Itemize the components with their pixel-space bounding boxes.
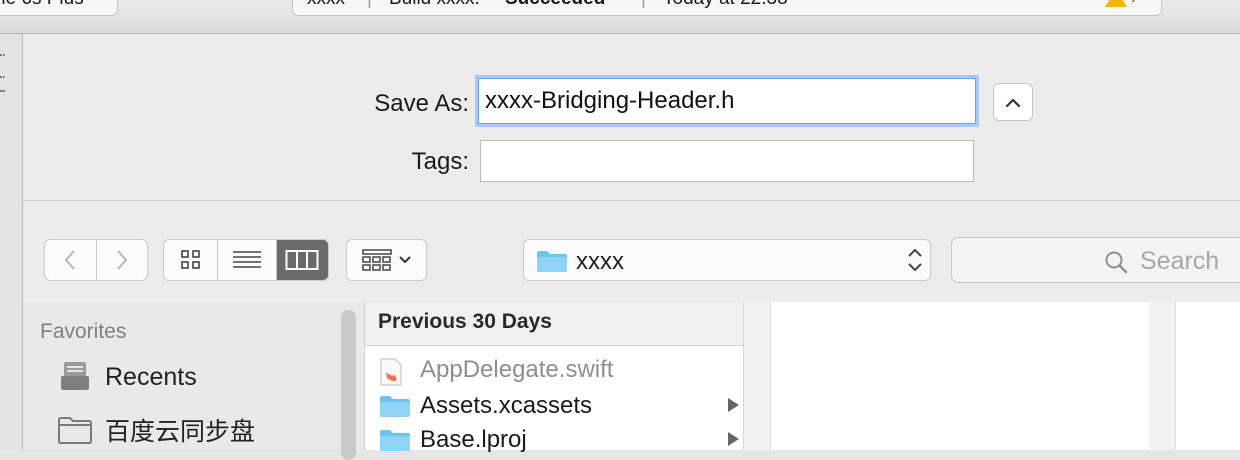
forward-button[interactable]: [97, 240, 147, 280]
sidebar-item-label: Recents: [105, 362, 197, 391]
chevron-left-icon: [65, 250, 76, 270]
activity-separator: |: [367, 0, 372, 11]
column-resizer[interactable]: [1149, 302, 1175, 450]
search-placeholder: Search: [1140, 247, 1220, 275]
navigator-marker: [0, 54, 5, 78]
activity-separator-2: |: [641, 0, 646, 11]
list-view-button[interactable]: [218, 240, 277, 280]
file-row[interactable]: Assets.xcassets: [365, 390, 743, 424]
search-icon: [1105, 251, 1128, 274]
grid-icon: [180, 250, 200, 269]
folder-icon: [537, 251, 567, 272]
icon-view-button[interactable]: [164, 240, 219, 280]
location-popup[interactable]: xxxx: [523, 239, 931, 281]
sidebar-section-favorites: Favorites: [40, 320, 127, 343]
save-sheet: Save As: Tags:: [23, 34, 1240, 460]
save-as-label: Save As:: [374, 90, 469, 117]
tags-label: Tags:: [411, 148, 469, 175]
scheme-selector[interactable]: ne 6s Plus: [0, 0, 118, 16]
sidebar-item-baidu[interactable]: 百度云同步盘: [58, 412, 255, 448]
file-row[interactable]: Base.lproj: [365, 424, 743, 458]
file-name: Assets.xcassets: [420, 392, 593, 419]
column-view-button[interactable]: [276, 240, 328, 280]
activity-build-status: Succeeded: [505, 0, 605, 11]
chevron-down-icon: [398, 256, 411, 264]
sheet-divider: [23, 200, 1240, 201]
columns-icon: [285, 250, 319, 270]
recents-icon: [61, 362, 89, 390]
sidebar-item-label: 百度云同步盘: [105, 418, 256, 446]
tags-field[interactable]: [480, 140, 974, 182]
browser-column-2: [770, 302, 1150, 450]
save-as-input[interactable]: [479, 79, 975, 123]
sidebar: Favorites Recents 百度云同步盘: [23, 302, 363, 460]
chevron-up-icon: [1005, 98, 1021, 107]
arrange-button[interactable]: [346, 239, 427, 281]
chevron-right-icon: [117, 250, 128, 270]
back-forward-group: [44, 239, 148, 281]
view-mode-group: [163, 239, 329, 281]
sidebar-scrollbar[interactable]: [341, 310, 356, 460]
folder-icon: [380, 396, 410, 417]
save-as-field[interactable]: [478, 78, 976, 124]
swift-file-icon: [380, 358, 402, 386]
activity-time: Today at 22:38: [663, 0, 788, 11]
file-name: AppDelegate.swift: [420, 356, 614, 383]
sidebar-item-recents[interactable]: Recents: [58, 360, 197, 394]
scheme-label: ne 6s Plus: [0, 0, 84, 9]
updown-chevron-icon: [908, 248, 922, 272]
browser-column-3: [1175, 302, 1240, 450]
location-label: xxxx: [576, 248, 624, 275]
xcode-toolbar: ne 6s Plus xxxx | Build xxxx: Succeeded …: [0, 0, 1240, 34]
column-header: Previous 30 Days: [365, 302, 743, 346]
chevron-right-icon[interactable]: ›: [1131, 0, 1136, 11]
activity-build-prefix: Build xxxx:: [389, 0, 480, 11]
browser-column-1: Previous 30 Days AppDelegate.swift Asset…: [364, 302, 743, 453]
search-field[interactable]: Search: [951, 237, 1240, 283]
activity-project: xxxx: [307, 0, 345, 11]
navigator-line: [0, 90, 5, 92]
tags-input[interactable]: [481, 141, 973, 181]
activity-viewer: xxxx | Build xxxx: Succeeded | Today at …: [292, 0, 1162, 16]
disclosure-arrow-icon: [728, 398, 739, 412]
expand-button[interactable]: [993, 83, 1033, 121]
list-icon: [232, 251, 261, 268]
disclosure-arrow-icon: [728, 432, 739, 446]
folder-icon: [58, 417, 92, 444]
xcode-left-edge: [0, 34, 23, 450]
arrange-grid-icon: [361, 249, 392, 271]
warning-icon[interactable]: [1105, 0, 1127, 7]
back-button[interactable]: [45, 240, 97, 280]
file-row[interactable]: AppDelegate.swift: [365, 354, 743, 388]
column-resizer[interactable]: [743, 302, 772, 450]
folder-icon: [380, 430, 410, 451]
